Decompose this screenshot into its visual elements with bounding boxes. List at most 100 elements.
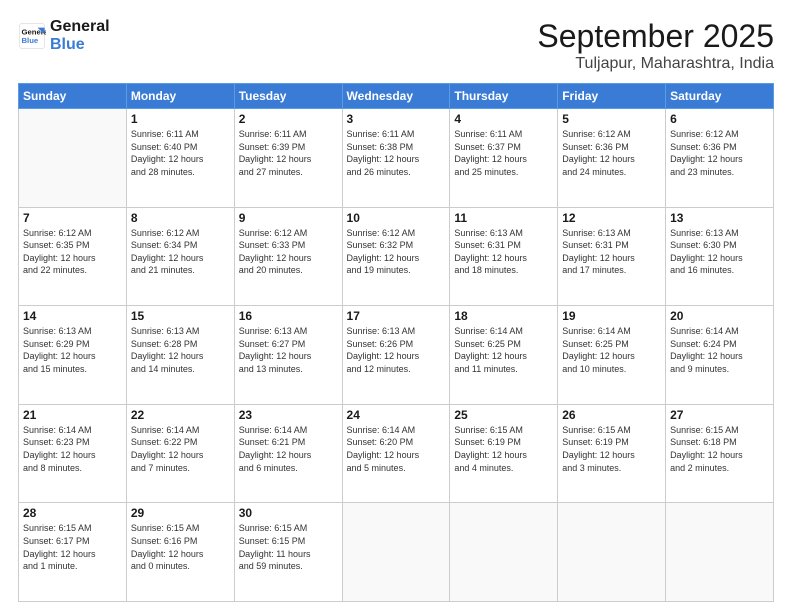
table-row: 2 Sunrise: 6:11 AM Sunset: 6:39 PM Daylig…: [234, 109, 342, 208]
calendar-table: Sunday Monday Tuesday Wednesday Thursday…: [18, 83, 774, 602]
day-info: Sunrise: 6:13 AM Sunset: 6:31 PM Dayligh…: [562, 227, 661, 277]
table-row: 19 Sunrise: 6:14 AM Sunset: 6:25 PM Dayli…: [558, 306, 666, 405]
day-info: Sunrise: 6:14 AM Sunset: 6:25 PM Dayligh…: [562, 325, 661, 375]
day-number: 24: [347, 408, 446, 422]
table-row: [450, 503, 558, 602]
day-info: Sunrise: 6:13 AM Sunset: 6:27 PM Dayligh…: [239, 325, 338, 375]
day-info: Sunrise: 6:15 AM Sunset: 6:16 PM Dayligh…: [131, 522, 230, 572]
day-info: Sunrise: 6:12 AM Sunset: 6:35 PM Dayligh…: [23, 227, 122, 277]
day-info: Sunrise: 6:11 AM Sunset: 6:37 PM Dayligh…: [454, 128, 553, 178]
day-number: 11: [454, 211, 553, 225]
table-row: 7 Sunrise: 6:12 AM Sunset: 6:35 PM Daylig…: [19, 207, 127, 306]
day-number: 16: [239, 309, 338, 323]
logo: General Blue General Blue: [18, 18, 110, 53]
day-info: Sunrise: 6:12 AM Sunset: 6:34 PM Dayligh…: [131, 227, 230, 277]
day-info: Sunrise: 6:15 AM Sunset: 6:18 PM Dayligh…: [670, 424, 769, 474]
table-row: 17 Sunrise: 6:13 AM Sunset: 6:26 PM Dayli…: [342, 306, 450, 405]
logo-text-blue: Blue: [50, 36, 110, 54]
day-number: 7: [23, 211, 122, 225]
day-info: Sunrise: 6:13 AM Sunset: 6:28 PM Dayligh…: [131, 325, 230, 375]
day-info: Sunrise: 6:11 AM Sunset: 6:39 PM Dayligh…: [239, 128, 338, 178]
header-tuesday: Tuesday: [234, 84, 342, 109]
day-number: 30: [239, 506, 338, 520]
day-info: Sunrise: 6:13 AM Sunset: 6:26 PM Dayligh…: [347, 325, 446, 375]
day-info: Sunrise: 6:12 AM Sunset: 6:36 PM Dayligh…: [562, 128, 661, 178]
table-row: 25Sunrise: 6:15 AM Sunset: 6:19 PM Dayli…: [450, 404, 558, 503]
day-number: 3: [347, 112, 446, 126]
calendar-title: September 2025: [537, 18, 774, 55]
day-info: Sunrise: 6:15 AM Sunset: 6:19 PM Dayligh…: [562, 424, 661, 474]
header-wednesday: Wednesday: [342, 84, 450, 109]
table-row: 22Sunrise: 6:14 AM Sunset: 6:22 PM Dayli…: [126, 404, 234, 503]
table-row: 10 Sunrise: 6:12 AM Sunset: 6:32 PM Dayli…: [342, 207, 450, 306]
day-number: 2: [239, 112, 338, 126]
header-saturday: Saturday: [666, 84, 774, 109]
table-row: 12 Sunrise: 6:13 AM Sunset: 6:31 PM Dayli…: [558, 207, 666, 306]
table-row: [558, 503, 666, 602]
day-number: 8: [131, 211, 230, 225]
day-info: Sunrise: 6:12 AM Sunset: 6:33 PM Dayligh…: [239, 227, 338, 277]
table-row: 11 Sunrise: 6:13 AM Sunset: 6:31 PM Dayli…: [450, 207, 558, 306]
svg-text:Blue: Blue: [22, 36, 39, 45]
day-info: Sunrise: 6:11 AM Sunset: 6:40 PM Dayligh…: [131, 128, 230, 178]
table-row: 9 Sunrise: 6:12 AM Sunset: 6:33 PM Daylig…: [234, 207, 342, 306]
day-number: 22: [131, 408, 230, 422]
logo-text-general: General: [50, 18, 110, 36]
day-number: 14: [23, 309, 122, 323]
calendar-header-row: Sunday Monday Tuesday Wednesday Thursday…: [19, 84, 774, 109]
day-info: Sunrise: 6:14 AM Sunset: 6:23 PM Dayligh…: [23, 424, 122, 474]
day-number: 17: [347, 309, 446, 323]
table-row: 1 Sunrise: 6:11 AM Sunset: 6:40 PM Daylig…: [126, 109, 234, 208]
day-number: 27: [670, 408, 769, 422]
day-number: 1: [131, 112, 230, 126]
table-row: 3 Sunrise: 6:11 AM Sunset: 6:38 PM Daylig…: [342, 109, 450, 208]
title-block: September 2025 Tuljapur, Maharashtra, In…: [537, 18, 774, 73]
day-number: 25: [454, 408, 553, 422]
day-info: Sunrise: 6:13 AM Sunset: 6:30 PM Dayligh…: [670, 227, 769, 277]
table-row: 18 Sunrise: 6:14 AM Sunset: 6:25 PM Dayli…: [450, 306, 558, 405]
header-sunday: Sunday: [19, 84, 127, 109]
table-row: 14 Sunrise: 6:13 AM Sunset: 6:29 PM Dayli…: [19, 306, 127, 405]
day-number: 19: [562, 309, 661, 323]
table-row: 27 Sunrise: 6:15 AM Sunset: 6:18 PM Dayli…: [666, 404, 774, 503]
day-number: 20: [670, 309, 769, 323]
table-row: 8 Sunrise: 6:12 AM Sunset: 6:34 PM Daylig…: [126, 207, 234, 306]
table-row: 26 Sunrise: 6:15 AM Sunset: 6:19 PM Dayli…: [558, 404, 666, 503]
day-number: 12: [562, 211, 661, 225]
header: General Blue General Blue September 2025…: [18, 18, 774, 73]
day-number: 4: [454, 112, 553, 126]
day-info: Sunrise: 6:14 AM Sunset: 6:24 PM Dayligh…: [670, 325, 769, 375]
day-info: Sunrise: 6:11 AM Sunset: 6:38 PM Dayligh…: [347, 128, 446, 178]
day-number: 9: [239, 211, 338, 225]
day-info: Sunrise: 6:15 AM Sunset: 6:15 PM Dayligh…: [239, 522, 338, 572]
table-row: 5 Sunrise: 6:12 AM Sunset: 6:36 PM Daylig…: [558, 109, 666, 208]
day-number: 21: [23, 408, 122, 422]
day-number: 29: [131, 506, 230, 520]
day-info: Sunrise: 6:14 AM Sunset: 6:25 PM Dayligh…: [454, 325, 553, 375]
table-row: 23 Sunrise: 6:14 AM Sunset: 6:21 PM Dayli…: [234, 404, 342, 503]
table-row: 20 Sunrise: 6:14 AM Sunset: 6:24 PM Dayli…: [666, 306, 774, 405]
day-info: Sunrise: 6:12 AM Sunset: 6:36 PM Dayligh…: [670, 128, 769, 178]
header-friday: Friday: [558, 84, 666, 109]
table-row: 28Sunrise: 6:15 AM Sunset: 6:17 PM Dayli…: [19, 503, 127, 602]
table-row: 15 Sunrise: 6:13 AM Sunset: 6:28 PM Dayli…: [126, 306, 234, 405]
day-info: Sunrise: 6:13 AM Sunset: 6:31 PM Dayligh…: [454, 227, 553, 277]
table-row: 29 Sunrise: 6:15 AM Sunset: 6:16 PM Dayli…: [126, 503, 234, 602]
calendar-subtitle: Tuljapur, Maharashtra, India: [537, 55, 774, 73]
table-row: [666, 503, 774, 602]
day-info: Sunrise: 6:13 AM Sunset: 6:29 PM Dayligh…: [23, 325, 122, 375]
day-number: 26: [562, 408, 661, 422]
day-number: 13: [670, 211, 769, 225]
day-number: 18: [454, 309, 553, 323]
day-number: 5: [562, 112, 661, 126]
day-number: 23: [239, 408, 338, 422]
day-number: 10: [347, 211, 446, 225]
day-number: 6: [670, 112, 769, 126]
day-info: Sunrise: 6:14 AM Sunset: 6:20 PM Dayligh…: [347, 424, 446, 474]
day-info: Sunrise: 6:14 AM Sunset: 6:21 PM Dayligh…: [239, 424, 338, 474]
day-info: Sunrise: 6:12 AM Sunset: 6:32 PM Dayligh…: [347, 227, 446, 277]
table-row: 13 Sunrise: 6:13 AM Sunset: 6:30 PM Dayli…: [666, 207, 774, 306]
table-row: [19, 109, 127, 208]
day-number: 15: [131, 309, 230, 323]
table-row: 4 Sunrise: 6:11 AM Sunset: 6:37 PM Daylig…: [450, 109, 558, 208]
